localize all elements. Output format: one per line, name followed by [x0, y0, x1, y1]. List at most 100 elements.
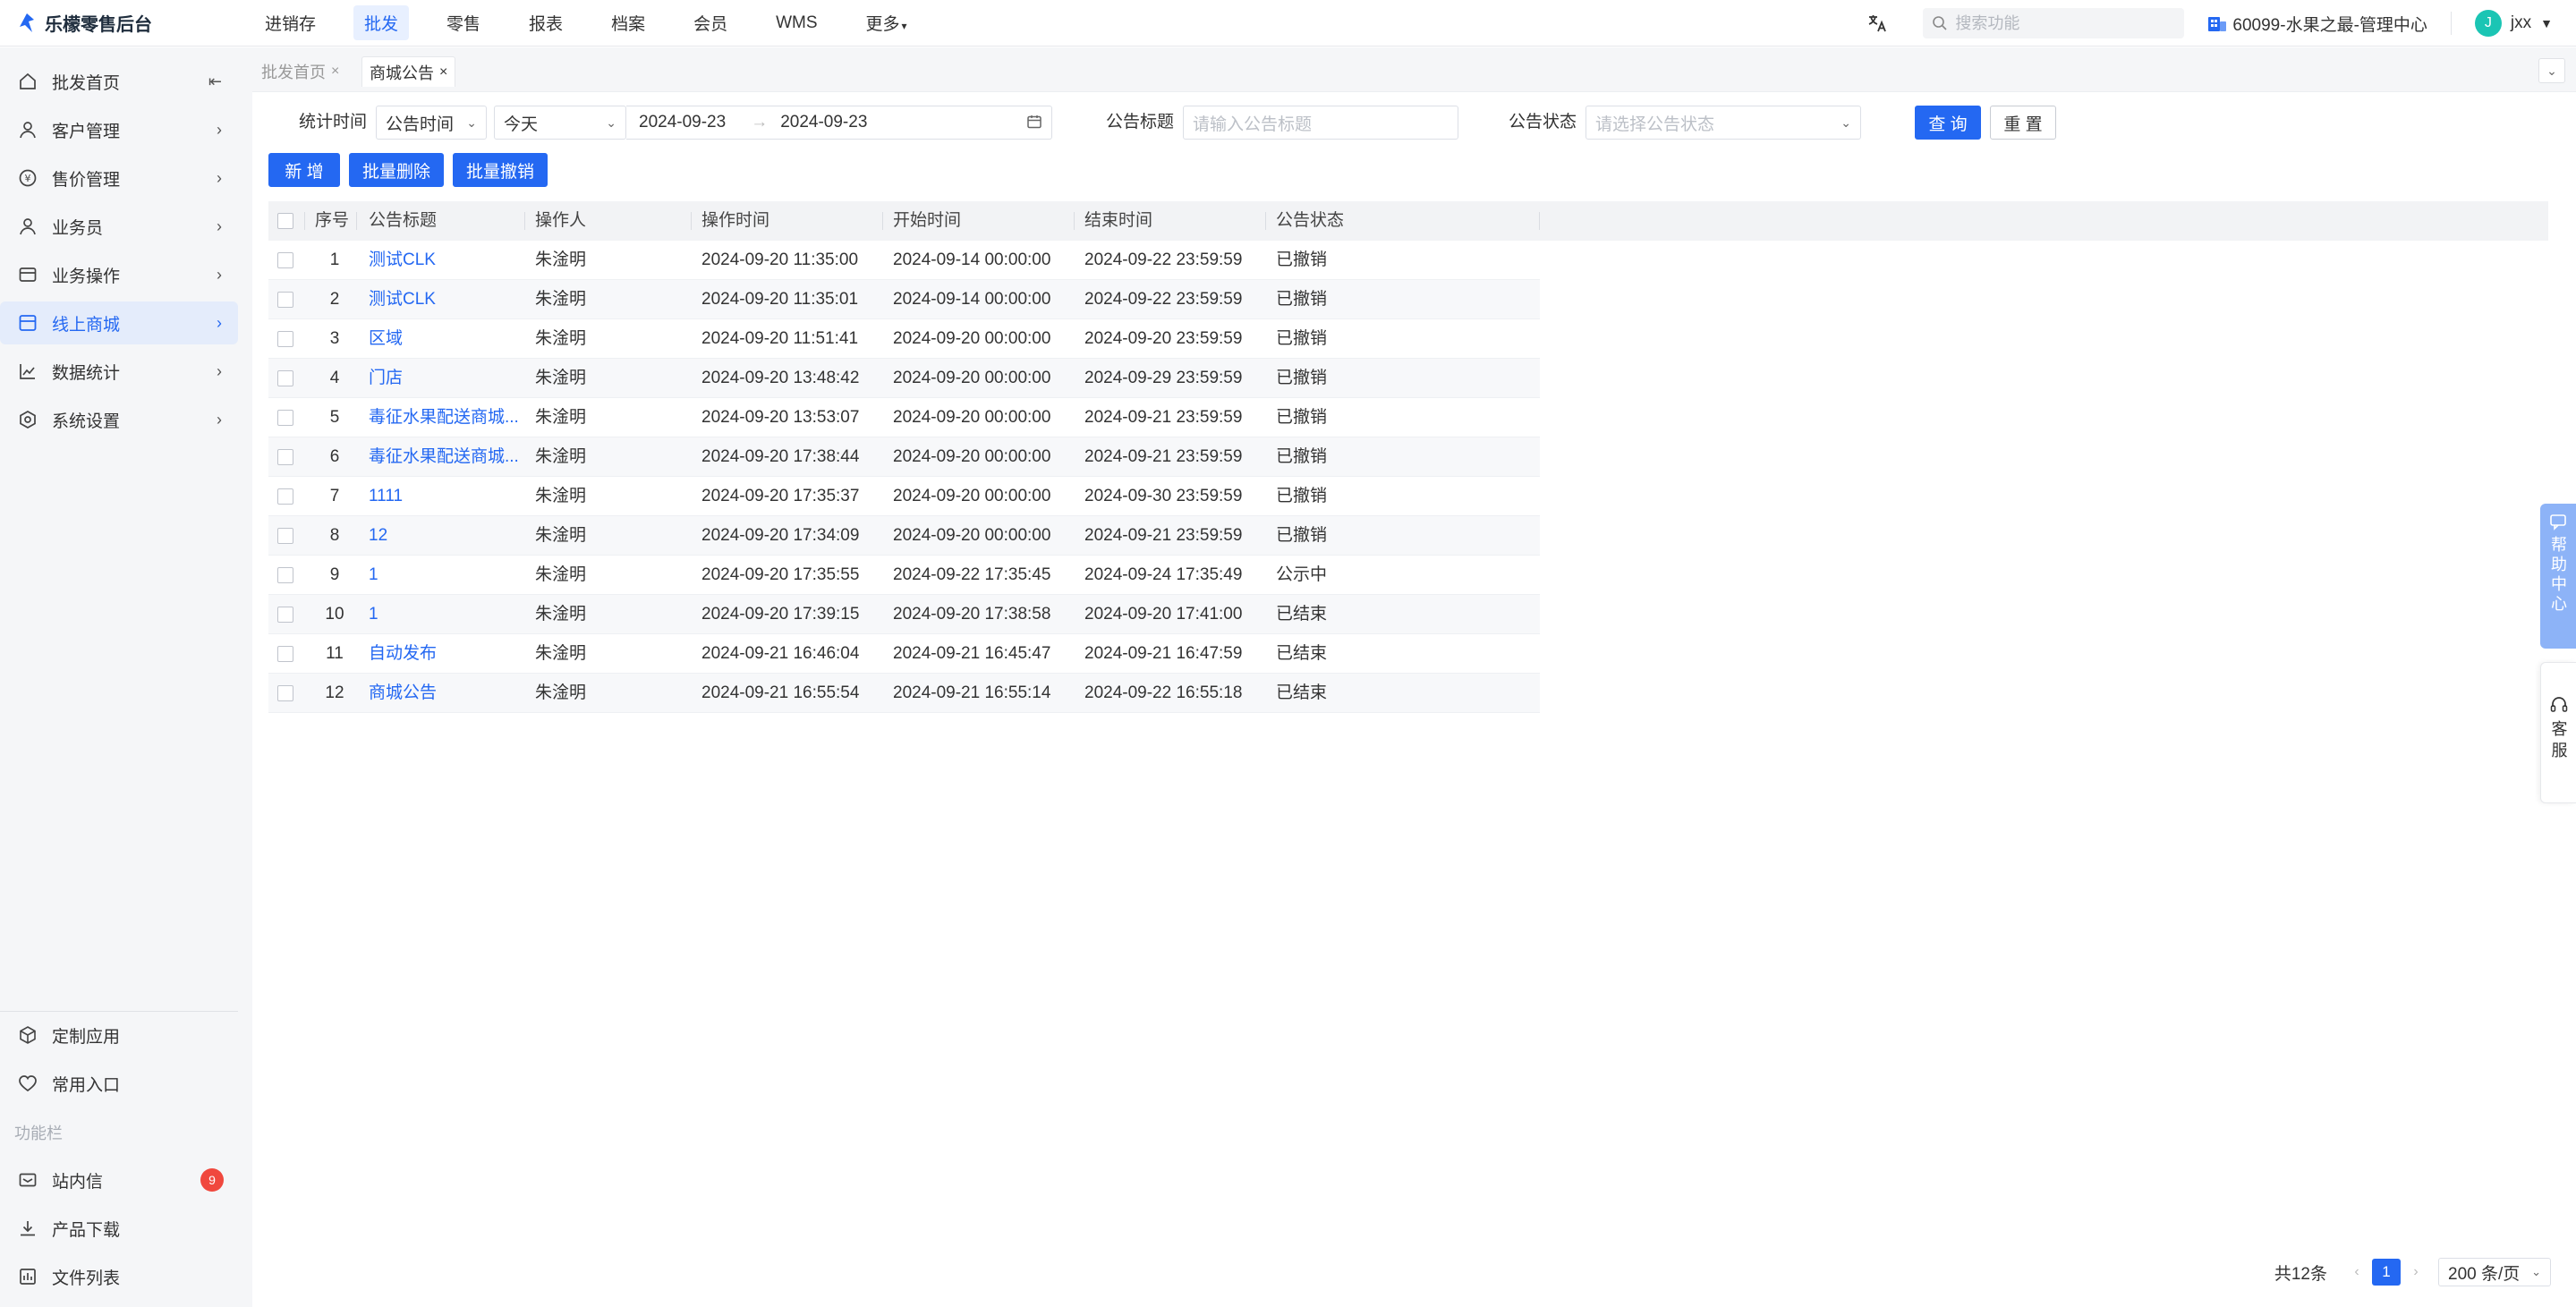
search-input[interactable] [1955, 13, 2171, 33]
cell-title[interactable]: 自动发布 [369, 634, 523, 674]
total-count: 共12条 [2274, 1264, 2327, 1284]
customer-service-button[interactable]: 客服 [2540, 662, 2576, 803]
top-bar: 乐檬零售后台 进销存 批发 零售 报表 档案 会员 WMS 更多 ▾ 搜索功能 … [0, 0, 2576, 47]
topnav-item-reports[interactable]: 报表 [518, 5, 574, 40]
chevron-down-icon: ⌄ [466, 115, 477, 130]
brand[interactable]: 乐檬零售后台 [0, 10, 254, 36]
row-checkbox[interactable] [277, 252, 293, 268]
close-icon[interactable]: × [331, 64, 339, 80]
org-switcher[interactable]: 60099-水果之最-管理中心 [2207, 12, 2427, 36]
page-size-value: 200 条/页 [2448, 1264, 2521, 1284]
translate-icon[interactable] [1864, 10, 1891, 37]
cell-start-time: 2024-09-14 00:00:00 [893, 290, 1051, 309]
topnav-item-retail[interactable]: 零售 [436, 5, 491, 40]
sidebar-item-messages[interactable]: 站内信 9 [0, 1158, 238, 1201]
tab-wholesale-home[interactable]: 批发首页 × [254, 56, 346, 87]
next-page-icon[interactable]: › [2406, 1264, 2426, 1280]
time-type-select[interactable]: 公告时间 ⌄ [376, 106, 487, 140]
topnav-item-archive[interactable]: 档案 [600, 5, 656, 40]
topnav-item-wholesale[interactable]: 批发 [353, 5, 410, 40]
row-checkbox[interactable] [277, 567, 293, 583]
collapse-sidebar-icon[interactable]: ⇤ [208, 72, 222, 91]
calendar-icon [1026, 114, 1042, 132]
topnav-item-member[interactable]: 会员 [683, 5, 738, 40]
cell-title[interactable]: 1 [369, 595, 523, 634]
batch-revoke-button[interactable]: 批量撤销 [453, 153, 548, 187]
cell-title[interactable]: 1111 [369, 477, 523, 516]
topnav-item-wms[interactable]: WMS [765, 8, 828, 38]
sidebar-item-wholesale-home[interactable]: 批发首页 ⇤ [0, 60, 238, 103]
row-checkbox[interactable] [277, 410, 293, 426]
cell-title[interactable]: 12 [369, 516, 523, 556]
page-size-select[interactable]: 200 条/页 ⌄ [2438, 1258, 2551, 1286]
sidebar-item-label: 系统设置 [52, 412, 121, 431]
row-checkbox[interactable] [277, 370, 293, 386]
cell-status: 已撤销 [1276, 447, 1328, 466]
cell-status: 已撤销 [1276, 526, 1328, 545]
cell-title[interactable]: 1 [369, 556, 523, 595]
cell-title[interactable]: 商城公告 [369, 674, 523, 713]
select-all-checkbox[interactable] [277, 213, 293, 229]
notice-title-input[interactable]: 请输入公告标题 [1183, 106, 1458, 140]
user-menu[interactable]: J jxx ▼ [2474, 10, 2553, 37]
add-button[interactable]: 新 增 [268, 153, 340, 187]
notice-title-placeholder: 请输入公告标题 [1193, 115, 1313, 134]
sidebar-item-statistics[interactable]: 数据统计 › [0, 350, 238, 393]
sidebar-item-settings[interactable]: 系统设置 › [0, 398, 238, 441]
notice-status-select[interactable]: 请选择公告状态 ⌄ [1586, 106, 1861, 140]
cell-end-time: 2024-09-24 17:35:49 [1084, 565, 1243, 584]
cell-no: 6 [329, 447, 340, 466]
cell-title[interactable]: 毒征水果配送商城... [369, 437, 523, 477]
row-checkbox[interactable] [277, 528, 293, 544]
sidebar-item-online-store[interactable]: 线上商城 › [0, 301, 238, 344]
sidebar-item-customer[interactable]: 客户管理 › [0, 108, 238, 151]
sidebar-item-files[interactable]: 文件列表 [0, 1255, 238, 1298]
notice-status-placeholder: 请选择公告状态 [1595, 115, 1715, 134]
sidebar-item-salesman[interactable]: 业务员 › [0, 205, 238, 248]
topnav-item-inventory[interactable]: 进销存 [254, 5, 327, 40]
sidebar-item-custom-apps[interactable]: 定制应用 [0, 1014, 238, 1057]
sidebar-item-download[interactable]: 产品下载 [0, 1207, 238, 1250]
row-checkbox[interactable] [277, 685, 293, 701]
cell-op-time: 2024-09-20 13:53:07 [701, 408, 860, 427]
cell-title[interactable]: 区域 [369, 319, 523, 359]
table-row: 5 毒征水果配送商城... 朱淦明 2024-09-20 13:53:07 2024-0… [268, 398, 1540, 437]
cell-status: 已结束 [1276, 644, 1328, 663]
cell-status: 已撤销 [1276, 290, 1328, 309]
date-range-picker[interactable]: 2024-09-23 → 2024-09-23 [626, 106, 1052, 140]
query-button[interactable]: 查 询 [1915, 106, 1981, 140]
cell-operator: 朱淦明 [535, 605, 587, 624]
svg-text:¥: ¥ [25, 173, 31, 184]
cell-op-time: 2024-09-21 16:55:54 [701, 683, 860, 702]
sidebar-item-operations[interactable]: 业务操作 › [0, 253, 238, 296]
cell-title[interactable]: 测试CLK [369, 280, 523, 319]
period-select[interactable]: 今天 ⌄ [494, 106, 626, 140]
cell-title[interactable]: 测试CLK [369, 241, 523, 280]
close-icon[interactable]: × [439, 64, 447, 81]
row-checkbox[interactable] [277, 646, 293, 662]
chevron-right-icon: › [217, 265, 222, 284]
page-number-button[interactable]: 1 [2372, 1259, 2401, 1286]
batch-delete-button[interactable]: 批量删除 [349, 153, 444, 187]
tab-mall-notice[interactable]: 商城公告 × [361, 56, 456, 87]
col-header-end-time: 结束时间 [1084, 211, 1153, 230]
reset-button[interactable]: 重 置 [1990, 106, 2056, 140]
row-checkbox[interactable] [277, 607, 293, 623]
prev-page-icon[interactable]: ‹ [2347, 1264, 2367, 1280]
row-checkbox[interactable] [277, 449, 293, 465]
cell-no: 11 [326, 644, 344, 663]
topnav-item-more[interactable]: 更多 ▾ [855, 5, 918, 40]
sidebar-item-favorites[interactable]: 常用入口 [0, 1062, 238, 1105]
col-header-operator: 操作人 [535, 211, 587, 230]
function-search[interactable] [1923, 8, 2185, 38]
help-center-button[interactable]: 帮助中心 [2540, 504, 2576, 649]
cell-end-time: 2024-09-22 23:59:59 [1084, 250, 1243, 269]
cell-title[interactable]: 门店 [369, 359, 523, 398]
sidebar-item-price[interactable]: ¥ 售价管理 › [0, 157, 238, 199]
row-checkbox[interactable] [277, 331, 293, 347]
row-checkbox[interactable] [277, 488, 293, 505]
cube-icon [16, 1023, 39, 1047]
cell-title[interactable]: 毒征水果配送商城... [369, 398, 523, 437]
tabs-dropdown-button[interactable]: ⌄ [2538, 58, 2565, 83]
row-checkbox[interactable] [277, 292, 293, 308]
